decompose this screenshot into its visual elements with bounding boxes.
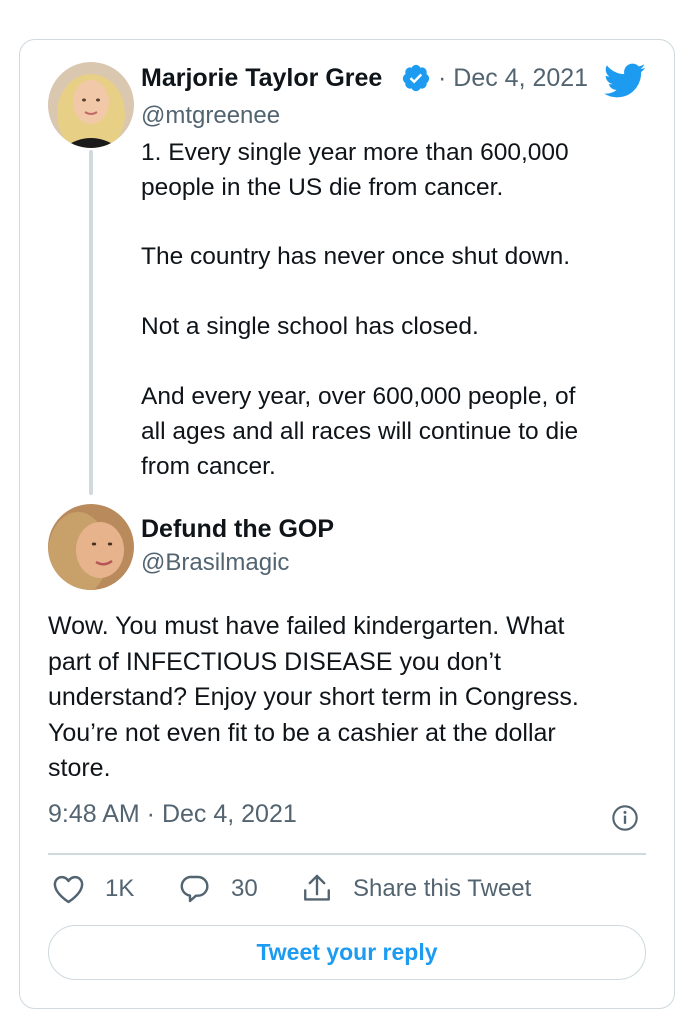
reply-text-line: You’re not even fit to be a cashier at t… [48, 718, 556, 747]
twitter-bird-icon[interactable] [604, 63, 646, 99]
reply-button[interactable]: 30 [177, 869, 258, 909]
tweet-text-line: 1. Every single year more than 600,000 [141, 139, 569, 166]
reply-text-line: Wow. You must have failed kindergarten. … [48, 612, 565, 640]
reply-author-handle[interactable]: @Brasilmagic [141, 549, 289, 577]
author-name[interactable]: Marjorie Taylor Gree [141, 64, 382, 93]
heart-icon [53, 875, 84, 904]
tweet-timestamp[interactable]: 9:48 AM · Dec 4, 2021 [48, 800, 297, 829]
tweet-date[interactable]: · Dec 4, 2021 [438, 64, 588, 93]
share-icon [304, 874, 330, 901]
thread-connector-line [89, 150, 93, 495]
reply-button-label: Tweet your reply [256, 939, 438, 965]
like-count: 1K [105, 875, 135, 902]
tweet-text-line: all ages and all races will continue to … [141, 418, 579, 445]
tweet-text-line: from cancer. [141, 453, 276, 480]
reply-count: 30 [231, 875, 258, 902]
tweet-text-line: Not a single school has closed. [141, 313, 479, 340]
reply-author-name[interactable]: Defund the GOP [141, 515, 334, 544]
tweet-text-line: The country has never once shut down. [141, 243, 571, 270]
author-handle[interactable]: @mtgreenee [141, 102, 280, 130]
reply-text-line: understand? Enjoy your short term in Con… [48, 683, 579, 711]
reply-text: Wow. You must have failed kindergarten. … [48, 609, 579, 787]
share-label: Share this Tweet [353, 875, 532, 902]
reply-text-line: store. [48, 754, 111, 782]
share-button[interactable]: Share this Tweet [301, 869, 531, 909]
reply-icon [180, 875, 209, 903]
like-button[interactable]: 1K [52, 869, 134, 909]
avatar-brasilmagic[interactable] [48, 504, 134, 590]
reply-text-line: part of INFECTIOUS DISEASE you don’t [48, 647, 501, 676]
verified-badge-icon [402, 64, 430, 92]
avatar-mtgreenee[interactable] [48, 62, 134, 148]
tweet-text-line: And every year, over 600,000 people, of [141, 383, 576, 410]
divider [48, 853, 646, 855]
tweet-your-reply-button[interactable]: Tweet your reply [48, 925, 646, 980]
tweet-text-line: people in the US die from cancer. [141, 174, 504, 201]
info-icon[interactable] [611, 804, 639, 832]
